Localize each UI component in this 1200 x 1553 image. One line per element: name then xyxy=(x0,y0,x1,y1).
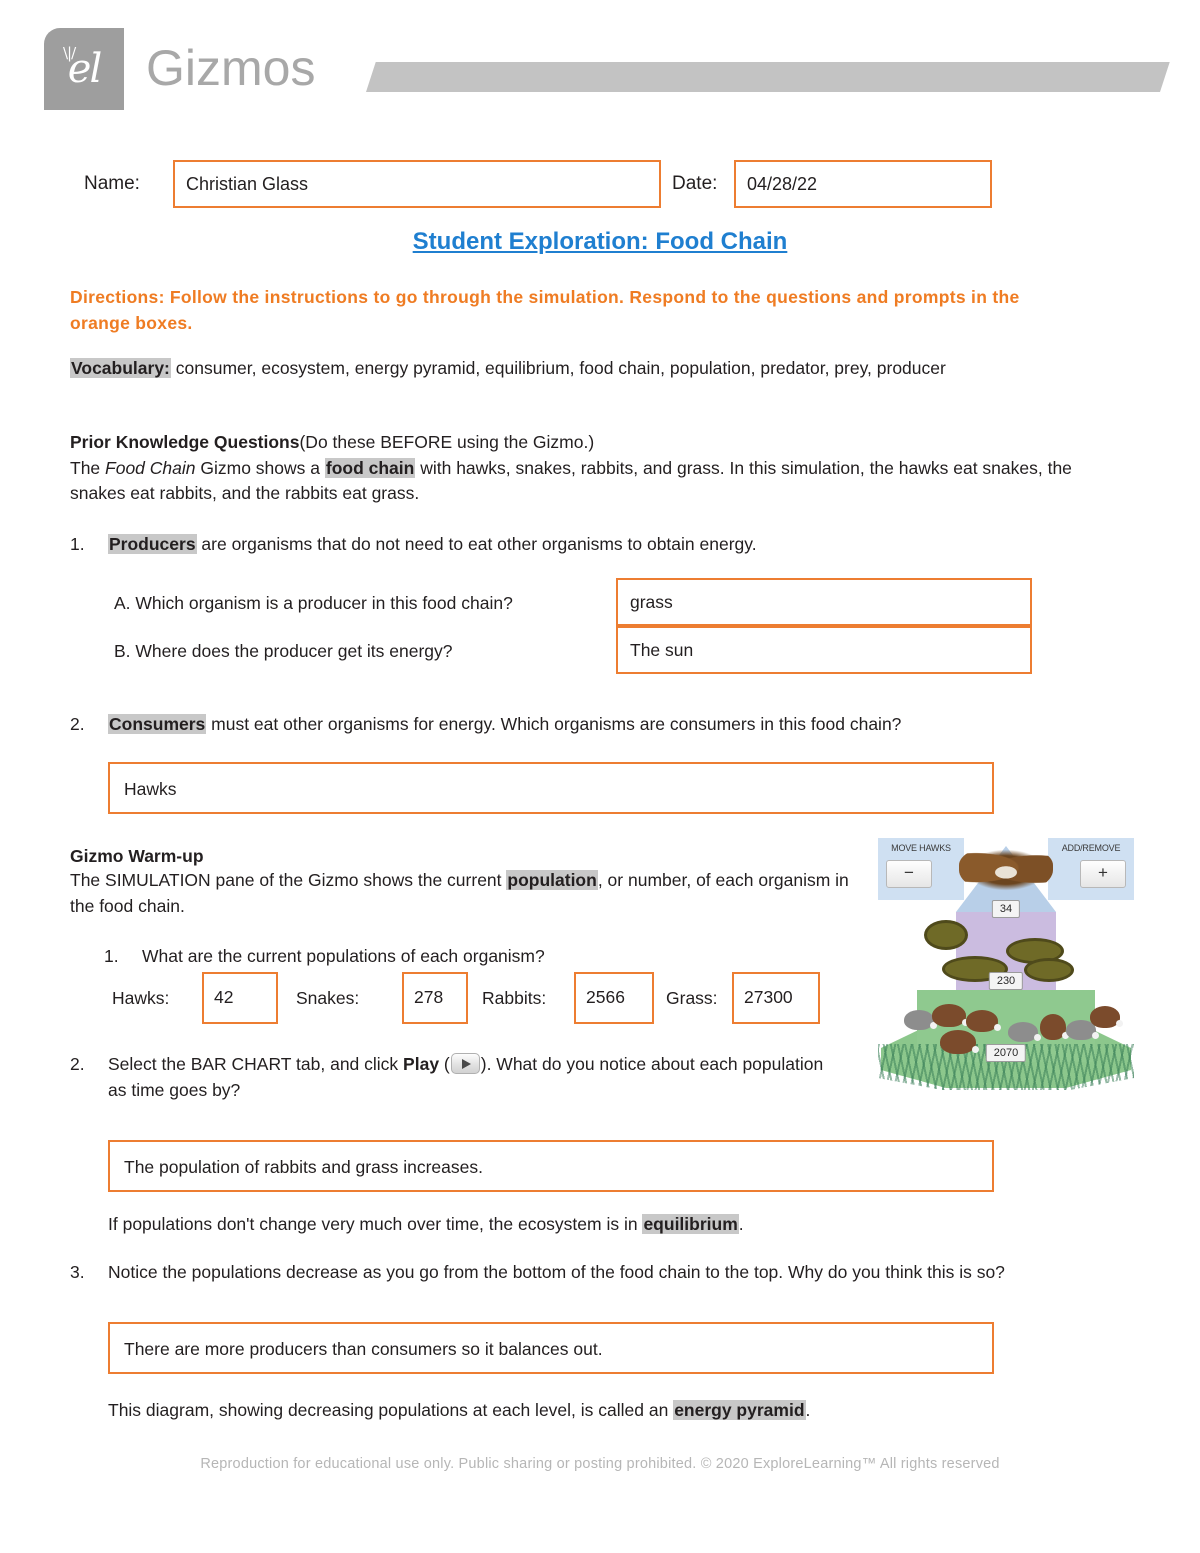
warmup-paragraph: The SIMULATION pane of the Gizmo shows t… xyxy=(70,868,860,919)
page-title: Student Exploration: Food Chain xyxy=(412,228,788,255)
question-1-number: 1. xyxy=(70,534,85,554)
snake-population-chip: 230 xyxy=(988,972,1024,990)
wu2-text-2: ( xyxy=(439,1054,450,1074)
q1-term-producers: Producers xyxy=(108,534,197,554)
page-footer: Reproduction for educational use only. P… xyxy=(200,1456,1000,1472)
name-date-row: Name: Christian Glass Date: 04/28/22 xyxy=(84,160,1114,208)
rabbits-population-input[interactable]: 2566 xyxy=(574,972,654,1024)
decrease-button[interactable]: − xyxy=(886,860,932,888)
warmup-question-2-answer-input[interactable]: The population of rabbits and grass incr… xyxy=(108,1140,994,1192)
name-input[interactable]: Christian Glass xyxy=(173,160,661,208)
question-2-answer-input[interactable]: Hawks xyxy=(108,762,994,814)
warmup-question-3-number: 3. xyxy=(70,1262,85,1282)
q2-term-consumers: Consumers xyxy=(108,714,207,734)
question-2: 2. Consumers must eat other organisms fo… xyxy=(70,712,1100,738)
energy-pyramid-note: This diagram, showing decreasing populat… xyxy=(108,1398,1098,1424)
question-2-number: 2. xyxy=(70,714,85,734)
name-label: Name: xyxy=(84,173,140,194)
question-1: 1. Producers are organisms that do not n… xyxy=(70,532,1090,558)
pk-body-2: Gizmo shows a xyxy=(195,457,325,478)
vocabulary-label: Vocabulary: xyxy=(70,358,171,378)
warmup-question-3: 3. Notice the populations decrease as yo… xyxy=(70,1260,1110,1286)
explorelearning-logo-icon: \|/ el xyxy=(44,28,124,110)
q1-body: are organisms that do not need to eat ot… xyxy=(196,534,757,554)
pk-gizmo-name: Food Chain xyxy=(105,457,196,478)
warmup-term-population: population xyxy=(506,870,598,890)
rabbits-label: Rabbits: xyxy=(482,988,547,1008)
snakes-population-input[interactable]: 278 xyxy=(402,972,468,1024)
warmup-question-1: 1. What are the current populations of e… xyxy=(104,944,884,970)
increase-button[interactable]: + xyxy=(1080,860,1126,888)
header-decorative-bar xyxy=(366,62,1170,92)
move-hawks-label: MOVE HAWKS xyxy=(891,843,951,853)
question-1-text: Producers are organisms that do not need… xyxy=(108,532,1090,558)
warmup-question-2-number: 2. xyxy=(70,1054,85,1074)
date-input[interactable]: 04/28/22 xyxy=(734,160,992,208)
logo-tick-marks: \|/ xyxy=(63,44,76,62)
brand-name: Gizmos xyxy=(146,40,316,96)
wu2-play-word: Play xyxy=(403,1054,440,1074)
warmup-question-2-text: Select the BAR CHART tab, and click Play… xyxy=(108,1052,830,1103)
pk-term-food-chain: food chain xyxy=(324,457,416,478)
rabbit-population-chip: 2070 xyxy=(985,1044,1027,1062)
wu2-text-1: Select the BAR CHART tab, and click xyxy=(108,1054,404,1074)
q2-body: must eat other organisms for energy. Whi… xyxy=(206,714,902,734)
pyramid-text-2: . xyxy=(805,1400,811,1420)
hawks-label: Hawks: xyxy=(112,988,170,1008)
add-remove-label: ADD/REMOVE xyxy=(1061,843,1121,853)
prior-knowledge-note: (Do these BEFORE using the Gizmo.) xyxy=(299,432,595,452)
term-equilibrium: equilibrium xyxy=(642,1214,739,1234)
snakes-label: Snakes: xyxy=(296,988,360,1008)
hawk-population-chip: 34 xyxy=(991,900,1021,918)
hawks-population-input[interactable]: 42 xyxy=(202,972,278,1024)
question-1b-label: B. Where does the producer get its energ… xyxy=(114,641,453,661)
pyramid-text-1: This diagram, showing decreasing populat… xyxy=(108,1400,674,1420)
warmup-question-3-text: Notice the populations decrease as you g… xyxy=(108,1262,1005,1282)
vocabulary-terms: consumer, ecosystem, energy pyramid, equ… xyxy=(175,358,946,378)
grass-population-input[interactable]: 27300 xyxy=(732,972,820,1024)
prior-knowledge-heading: Prior Knowledge Questions xyxy=(70,432,300,452)
warmup-body-1: The SIMULATION pane of the Gizmo shows t… xyxy=(70,870,507,890)
equilibrium-note: If populations don't change very much ov… xyxy=(108,1212,1048,1238)
question-1a-label: A. Which organism is a producer in this … xyxy=(114,593,513,613)
date-label: Date: xyxy=(672,173,718,194)
warmup-question-1-number: 1. xyxy=(104,946,119,966)
equilibrium-text-1: If populations don't change very much ov… xyxy=(108,1214,643,1234)
page-header: \|/ el Gizmos xyxy=(0,0,1200,132)
play-icon xyxy=(450,1053,480,1074)
question-1a-answer-input[interactable]: grass xyxy=(616,578,1032,626)
gizmo-simulation-image: MOVE HAWKS − ADD/REMOVE + 34 230 2070 xyxy=(878,838,1134,1090)
warmup-question-3-answer-input[interactable]: There are more producers than consumers … xyxy=(108,1322,994,1374)
directions-text: Directions: Follow the instructions to g… xyxy=(70,287,1020,333)
question-1b-answer-input[interactable]: The sun xyxy=(616,626,1032,674)
term-energy-pyramid: energy pyramid xyxy=(673,1400,806,1420)
pk-body-1: The xyxy=(70,457,106,478)
equilibrium-text-2: . xyxy=(738,1214,744,1234)
question-2-text: Consumers must eat other organisms for e… xyxy=(108,712,1100,738)
grass-label: Grass: xyxy=(666,988,718,1008)
warmup-question-1-text: What are the current populations of each… xyxy=(142,946,545,966)
prior-knowledge-paragraph: Prior Knowledge Questions(Do these BEFOR… xyxy=(70,430,1090,507)
warmup-heading: Gizmo Warm-up xyxy=(70,846,204,866)
vocabulary-paragraph: Vocabulary: consumer, ecosystem, energy … xyxy=(70,356,1080,382)
warmup-question-2: 2. Select the BAR CHART tab, and click P… xyxy=(70,1052,830,1103)
